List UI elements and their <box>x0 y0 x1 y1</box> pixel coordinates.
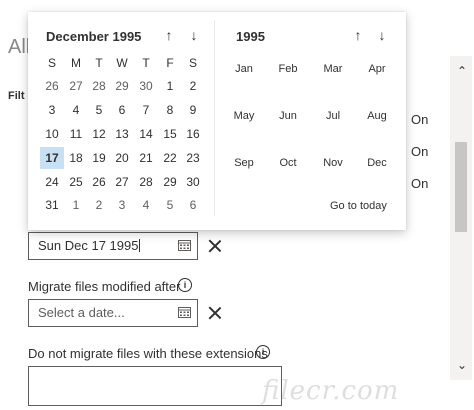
calendar-day[interactable]: 31 <box>40 194 64 216</box>
calendar-day[interactable]: 27 <box>110 171 134 193</box>
next-year-arrow-down-icon[interactable]: ↓ <box>375 27 389 43</box>
calendar-day[interactable]: 6 <box>110 99 134 121</box>
selected-day[interactable]: 17 <box>40 147 64 169</box>
scroll-up-icon[interactable]: ⌃ <box>455 64 469 78</box>
month-cell[interactable]: Jan <box>224 63 264 75</box>
calendar-day[interactable]: 30 <box>134 75 158 97</box>
calendar-day[interactable]: 14 <box>134 123 158 145</box>
calendar-day[interactable]: 24 <box>40 171 64 193</box>
month-cell[interactable]: Nov <box>313 157 353 169</box>
month-cell[interactable]: Jun <box>268 110 308 122</box>
toggle-on-label: On <box>411 144 429 159</box>
date-placeholder: Select a date... <box>38 305 125 320</box>
date-picker-callout: December 1995 ↑ ↓ SMTWTFS 26 27 28 29 30 1 2 3 4… <box>28 12 406 230</box>
calendar-day[interactable]: 8 <box>158 99 182 121</box>
weekday-header: S <box>47 56 56 70</box>
weekday-header: T <box>95 56 103 70</box>
calendar-day[interactable]: 5 <box>87 99 111 121</box>
calendar-day[interactable]: 4 <box>134 194 158 216</box>
start-date-value: Sun Dec 17 1995 <box>38 238 139 253</box>
next-month-arrow-down-icon[interactable]: ↓ <box>187 27 201 43</box>
calendar-day[interactable]: 29 <box>110 75 134 97</box>
extensions-label: Do not migrate files with these extensio… <box>28 346 268 361</box>
filter-section-label: Filt <box>8 90 25 102</box>
calendar-icon[interactable] <box>178 240 191 251</box>
weekday-header: T <box>142 56 150 70</box>
calendar-day[interactable]: 29 <box>158 171 182 193</box>
calendar-day[interactable]: 23 <box>181 147 205 169</box>
calendar-day[interactable]: 12 <box>87 123 111 145</box>
clear-date-icon[interactable] <box>208 306 222 320</box>
calendar-day[interactable]: 1 <box>158 75 182 97</box>
extensions-input[interactable] <box>28 366 282 406</box>
calendar-day[interactable]: 28 <box>134 171 158 193</box>
weekday-header: F <box>166 56 174 70</box>
toggle-on-label: On <box>411 176 429 191</box>
calendar-day[interactable]: 22 <box>158 147 182 169</box>
calendar-day[interactable]: 27 <box>64 75 88 97</box>
calendar-day[interactable]: 7 <box>134 99 158 121</box>
calendar-day[interactable]: 25 <box>64 171 88 193</box>
info-icon[interactable]: i <box>256 345 270 359</box>
month-cell[interactable]: Jul <box>313 110 353 122</box>
calendar-day[interactable]: 3 <box>40 99 64 121</box>
divider <box>214 20 215 216</box>
year-title[interactable]: 1995 <box>236 29 265 44</box>
calendar-day[interactable]: 21 <box>134 147 158 169</box>
month-cell[interactable]: Oct <box>268 157 308 169</box>
calendar-day[interactable]: 26 <box>87 171 111 193</box>
month-cell[interactable]: May <box>224 110 264 122</box>
calendar-day[interactable]: 1 <box>64 194 88 216</box>
start-date-field[interactable]: Sun Dec 17 1995 <box>28 232 198 260</box>
calendar-day[interactable]: 30 <box>181 171 205 193</box>
calendar-day[interactable]: 10 <box>40 123 64 145</box>
weekday-header: W <box>116 56 128 70</box>
calendar-day[interactable]: 18 <box>64 147 88 169</box>
page-heading: All <box>8 36 31 58</box>
info-icon[interactable]: i <box>178 278 192 292</box>
previous-month-arrow-up-icon[interactable]: ↑ <box>162 27 176 43</box>
calendar-day[interactable]: 2 <box>87 194 111 216</box>
calendar-day[interactable]: 4 <box>64 99 88 121</box>
modified-after-date-field[interactable]: Select a date... <box>28 299 198 327</box>
calendar-day[interactable]: 15 <box>158 123 182 145</box>
calendar-day[interactable]: 13 <box>110 123 134 145</box>
calendar-day[interactable]: 19 <box>87 147 111 169</box>
go-to-today-link[interactable]: Go to today <box>330 200 387 212</box>
calendar-day[interactable]: 16 <box>181 123 205 145</box>
scrollbar-thumb[interactable] <box>455 142 467 232</box>
toggle-on-label: On <box>411 112 429 127</box>
calendar-icon[interactable] <box>178 307 191 318</box>
month-cell[interactable]: Sep <box>224 157 264 169</box>
month-cell[interactable]: Apr <box>357 63 397 75</box>
clear-date-icon[interactable] <box>208 239 222 253</box>
watermark: ﬁlecr.com <box>262 376 400 406</box>
scroll-down-icon[interactable]: ⌄ <box>455 358 469 372</box>
month-cell[interactable]: Aug <box>357 110 397 122</box>
calendar-day[interactable]: 9 <box>181 99 205 121</box>
calendar-day[interactable]: 6 <box>181 194 205 216</box>
calendar-day[interactable]: 28 <box>87 75 111 97</box>
month-cell[interactable]: Dec <box>357 157 397 169</box>
text-cursor <box>139 239 141 252</box>
calendar-day[interactable]: 3 <box>110 194 134 216</box>
month-cell[interactable]: Mar <box>313 63 353 75</box>
previous-year-arrow-up-icon[interactable]: ↑ <box>351 27 365 43</box>
weekday-header: M <box>71 56 81 70</box>
calendar-day[interactable]: 5 <box>158 194 182 216</box>
calendar-day[interactable]: 20 <box>110 147 134 169</box>
modified-after-label: Migrate files modified after <box>28 279 181 294</box>
calendar-day[interactable]: 26 <box>40 75 64 97</box>
calendar-day[interactable]: 11 <box>64 123 88 145</box>
month-cell[interactable]: Feb <box>268 63 308 75</box>
weekday-header: S <box>188 56 197 70</box>
calendar-day[interactable]: 2 <box>181 75 205 97</box>
month-title[interactable]: December 1995 <box>46 29 141 44</box>
